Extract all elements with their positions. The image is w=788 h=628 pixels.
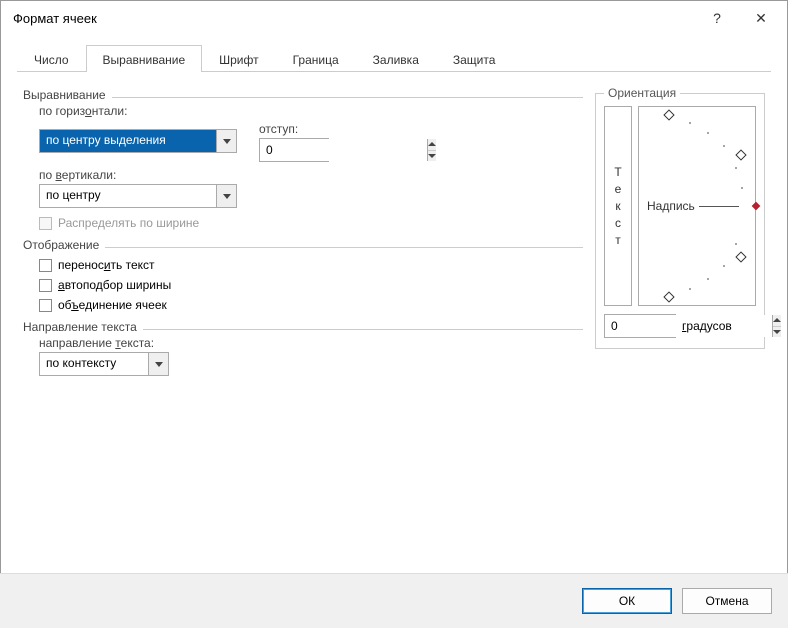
checkbox-box xyxy=(39,259,52,272)
degrees-label: градусов xyxy=(682,319,732,333)
tab-border[interactable]: Граница xyxy=(276,45,356,72)
dial-mark-m45[interactable] xyxy=(735,251,746,262)
title-bar: Формат ячеек ? ✕ xyxy=(1,1,787,35)
indent-input[interactable] xyxy=(260,139,427,161)
ok-button[interactable]: ОК xyxy=(582,588,672,614)
shrink-to-fit-label: автоподбор ширины xyxy=(58,278,171,292)
tab-fill[interactable]: Заливка xyxy=(356,45,436,72)
horizontal-label: по горизонтали: xyxy=(39,104,583,118)
chevron-down-icon xyxy=(155,362,163,367)
help-icon: ? xyxy=(713,10,721,26)
chevron-down-icon xyxy=(223,139,231,144)
merge-cells-label: объединение ячеек xyxy=(58,298,167,312)
dial-handle[interactable] xyxy=(752,202,760,210)
text-direction-combo[interactable]: по контексту xyxy=(39,352,169,376)
orientation-legend: Ориентация xyxy=(604,86,680,100)
indent-label: отступ: xyxy=(259,122,329,136)
window-title: Формат ячеек xyxy=(13,11,695,26)
text-direction-value: по контексту xyxy=(40,353,148,375)
chevron-up-icon xyxy=(428,142,436,146)
checkbox-box xyxy=(39,279,52,292)
horizontal-combo[interactable]: по центру выделения xyxy=(39,129,237,153)
help-button[interactable]: ? xyxy=(695,3,739,33)
tab-protection[interactable]: Защита xyxy=(436,45,513,72)
chevron-down-icon xyxy=(773,330,781,334)
chevron-up-icon xyxy=(773,318,781,322)
text-direction-combo-button[interactable] xyxy=(148,353,168,375)
close-button[interactable]: ✕ xyxy=(739,3,783,33)
chevron-down-icon xyxy=(223,194,231,199)
degrees-step-up[interactable] xyxy=(773,315,781,326)
horizontal-combo-button[interactable] xyxy=(216,130,236,152)
vertical-value: по центру xyxy=(40,185,216,207)
vertical-combo-button[interactable] xyxy=(216,185,236,207)
dial-mark-m90[interactable] xyxy=(663,291,674,302)
tab-alignment[interactable]: Выравнивание xyxy=(86,45,203,72)
indent-spinner[interactable] xyxy=(259,138,329,162)
tab-number[interactable]: Число xyxy=(17,45,86,72)
tab-strip: Число Выравнивание Шрифт Граница Заливка… xyxy=(17,45,771,72)
group-alignment: Выравнивание xyxy=(23,90,583,102)
vertical-text-label: Текст xyxy=(614,164,621,249)
indent-step-down[interactable] xyxy=(428,150,436,162)
text-direction-label: направление текста: xyxy=(39,336,583,350)
orientation-group: Ориентация Текст Надпись xyxy=(595,86,765,349)
panel-alignment: Выравнивание по горизонтали: по центру в… xyxy=(17,72,771,382)
indent-step-up[interactable] xyxy=(428,139,436,150)
chevron-down-icon xyxy=(428,154,436,158)
shrink-to-fit-checkbox[interactable]: автоподбор ширины xyxy=(39,278,583,292)
vertical-combo[interactable]: по центру xyxy=(39,184,237,208)
dial-mark-45[interactable] xyxy=(735,149,746,160)
degrees-step-down[interactable] xyxy=(773,326,781,338)
wrap-text-checkbox[interactable]: переносить текст xyxy=(39,258,583,272)
dialog-footer: ОК Отмена xyxy=(0,573,788,628)
justify-distributed-checkbox: Распределять по ширине xyxy=(39,216,583,230)
orientation-dial[interactable]: Надпись xyxy=(638,106,756,306)
vertical-label: по вертикали: xyxy=(39,168,583,182)
checkbox-box xyxy=(39,217,52,230)
checkbox-box xyxy=(39,299,52,312)
tab-font[interactable]: Шрифт xyxy=(202,45,275,72)
horizontal-value: по центру выделения xyxy=(40,130,216,152)
group-display: Отображение xyxy=(23,240,583,252)
dial-label: Надпись xyxy=(647,199,695,213)
wrap-text-label: переносить текст xyxy=(58,258,155,272)
cancel-button[interactable]: Отмена xyxy=(682,588,772,614)
merge-cells-checkbox[interactable]: объединение ячеек xyxy=(39,298,583,312)
dial-mark-90[interactable] xyxy=(663,109,674,120)
group-text-direction: Направление текста xyxy=(23,322,583,334)
vertical-text-button[interactable]: Текст xyxy=(604,106,632,306)
close-icon: ✕ xyxy=(755,10,767,27)
degrees-spinner[interactable] xyxy=(604,314,676,338)
justify-distributed-label: Распределять по ширине xyxy=(58,216,199,230)
dial-needle xyxy=(699,206,739,207)
